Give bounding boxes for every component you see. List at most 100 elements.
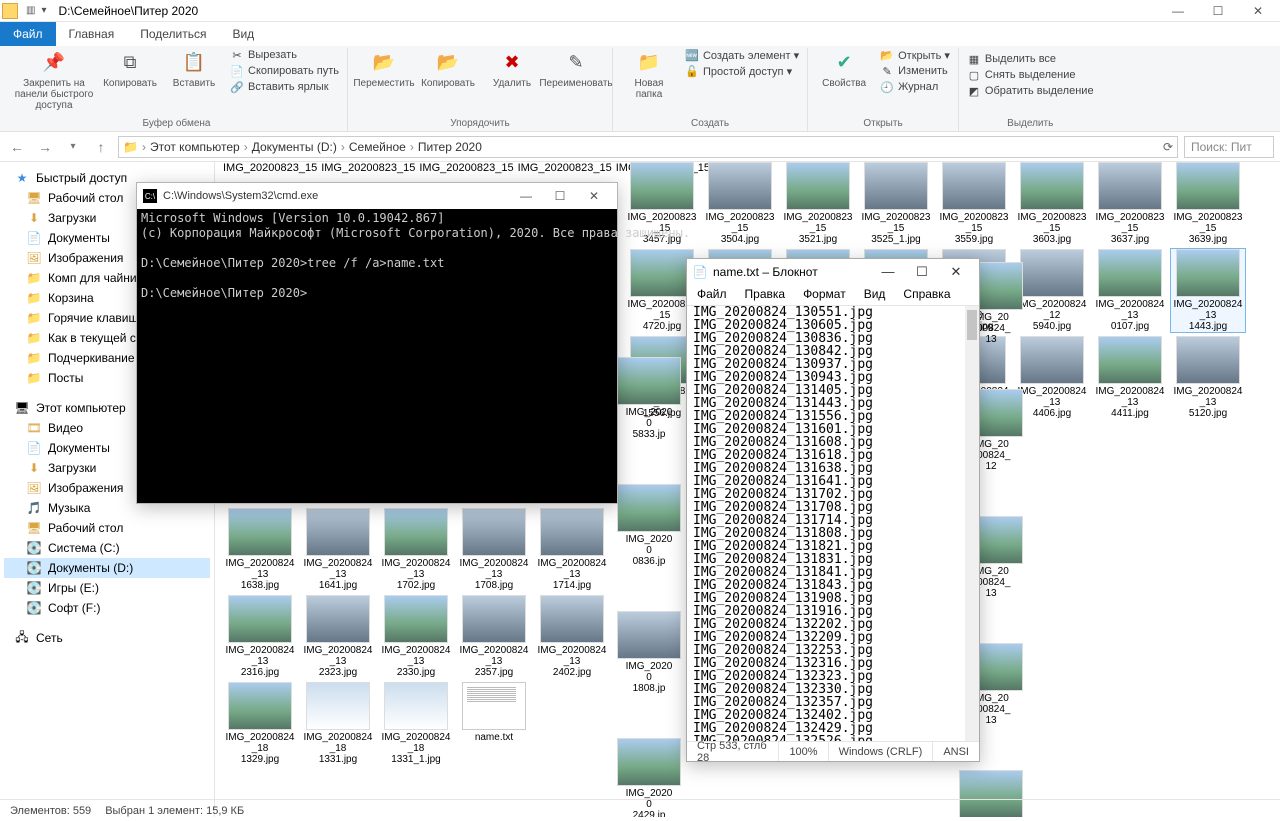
file-item[interactable]: IMG_20200824_131708.jpg [457, 508, 531, 591]
copy-path-button[interactable]: 📄Скопировать путь [230, 64, 339, 78]
paste-button[interactable]: 📋Вставить [166, 48, 222, 89]
file-item[interactable]: IMG_20200823_153637.jpg [1093, 162, 1167, 245]
close-button[interactable]: ✕ [1238, 0, 1278, 22]
cmd-titlebar[interactable]: C:\ C:\Windows\System32\cmd.exe — ☐ ✕ [137, 183, 617, 209]
back-button[interactable]: ← [6, 136, 28, 158]
menu-file[interactable]: Файл [689, 285, 735, 305]
delete-button[interactable]: ✖Удалить [484, 48, 540, 89]
cmd-minimize-button[interactable]: — [509, 189, 543, 203]
sidebar-item[interactable]: 💽Игры (E:) [4, 578, 210, 598]
file-item[interactable]: IMG_202005833.jp [625, 357, 673, 440]
cut-button[interactable]: ✂Вырезать [230, 48, 339, 62]
properties-button[interactable]: ✔Свойства [816, 48, 872, 89]
file-item[interactable]: IMG_20200824_135120.jpg [1171, 336, 1245, 419]
cmd-close-button[interactable]: ✕ [577, 189, 611, 203]
file-item[interactable]: IMG_20200823_153603.jpg [1015, 162, 1089, 245]
copy-button[interactable]: ⧉Копировать [102, 48, 158, 89]
cmd-window[interactable]: C:\ C:\Windows\System32\cmd.exe — ☐ ✕ Mi… [136, 182, 618, 504]
scrollbar-thumb[interactable] [967, 310, 977, 340]
sidebar-item[interactable]: 🖥Рабочий стол [4, 518, 210, 538]
cmd-maximize-button[interactable]: ☐ [543, 189, 577, 203]
notepad-minimize-button[interactable]: — [871, 264, 905, 280]
file-item[interactable]: IMG_20200824_125940.jpg [1015, 249, 1089, 332]
refresh-button[interactable]: ⟳ [1163, 140, 1173, 154]
file-item[interactable]: IMG_20200824_131714.jpg [535, 508, 609, 591]
sidebar-item[interactable]: 💽Система (C:) [4, 538, 210, 558]
sidebar-item[interactable]: 💽Софт (F:) [4, 598, 210, 618]
file-item[interactable]: IMG_20200824_130107.jpg [1093, 249, 1167, 332]
file-item[interactable]: IMG_20200824_132323.jpg [301, 595, 375, 678]
maximize-button[interactable]: ☐ [1198, 0, 1238, 22]
search-input[interactable]: Поиск: Пит [1184, 136, 1274, 158]
breadcrumb-part[interactable]: Семейное [349, 140, 406, 154]
breadcrumb-part[interactable]: Документы (D:) [252, 140, 337, 154]
notepad-window[interactable]: 📄 name.txt – Блокнот — ☐ ✕ Файл Правка Ф… [686, 258, 980, 762]
breadcrumb-part[interactable]: Этот компьютер [150, 140, 240, 154]
file-item[interactable]: IMG_20200824_181329.jpg [223, 682, 297, 765]
rename-button[interactable]: ✎Переименовать [548, 48, 604, 89]
notepad-titlebar[interactable]: 📄 name.txt – Блокнот — ☐ ✕ [687, 259, 979, 285]
tab-share[interactable]: Поделиться [127, 22, 219, 46]
tab-home[interactable]: Главная [56, 22, 128, 46]
up-button[interactable]: ↑ [90, 136, 112, 158]
sidebar-network[interactable]: 🖧Сеть [4, 628, 210, 648]
file-item[interactable]: IMG_20200824_132330.jpg [379, 595, 453, 678]
file-item[interactable]: name.txt [457, 682, 531, 765]
copy-to-button[interactable]: 📂Копировать [420, 48, 476, 89]
file-item[interactable]: IMG_20200824_134411.jpg [1093, 336, 1167, 419]
menu-help[interactable]: Справка [895, 285, 958, 305]
pin-quick-access-button[interactable]: 📌Закрепить на панели быстрого доступа [14, 48, 94, 111]
recent-locations-button[interactable]: ▾ [62, 136, 84, 158]
easy-access-button[interactable]: 🔓Простой доступ ▾ [685, 64, 799, 78]
file-item[interactable]: IMG_20200823_153504.jpg [703, 162, 777, 245]
paste-shortcut-button[interactable]: 🔗Вставить ярлык [230, 80, 339, 94]
notepad-content[interactable]: IMG_20200824_130551.jpg IMG_20200824_130… [693, 306, 873, 741]
tab-file[interactable]: Файл [0, 22, 56, 46]
file-item[interactable]: IMG_20200823_153559.jpg [937, 162, 1011, 245]
tab-view[interactable]: Вид [219, 22, 267, 46]
invert-selection-button[interactable]: ◩Обратить выделение [967, 84, 1094, 98]
edit-button[interactable]: ✎Изменить [880, 64, 950, 78]
file-item[interactable]: IMG_20200824_181331_1.jpg [379, 682, 453, 765]
group-new-label: Создать [691, 116, 729, 131]
file-item[interactable]: IMG_20200824_132402.jpg [535, 595, 609, 678]
file-item[interactable]: IMG_20200824_134406.jpg [1015, 336, 1089, 419]
thumb-label: IMG_20200823_15 [321, 162, 415, 174]
file-item[interactable]: IMG_20200824_181331.jpg [301, 682, 375, 765]
menu-format[interactable]: Формат [795, 285, 854, 305]
history-button[interactable]: 🕘Журнал [880, 80, 950, 94]
file-item[interactable]: IMG_20200824_132316.jpg [223, 595, 297, 678]
forward-button[interactable]: → [34, 136, 56, 158]
file-item[interactable]: IMG_20200823_153525_1.jpg [859, 162, 933, 245]
file-item[interactable]: IMG_20200824_131702.jpg [379, 508, 453, 591]
breadcrumb-part[interactable]: Питер 2020 [418, 140, 482, 154]
select-all-button[interactable]: ▦Выделить все [967, 52, 1094, 66]
notepad-maximize-button[interactable]: ☐ [905, 264, 939, 280]
sidebar-item-icon: 📁 [26, 310, 42, 326]
notepad-icon: 📄 [693, 265, 707, 279]
menu-edit[interactable]: Правка [737, 285, 794, 305]
file-item[interactable]: IMG_20200824_131638.jpg [223, 508, 297, 591]
notepad-close-button[interactable]: ✕ [939, 264, 973, 280]
address-bar[interactable]: 📁 › Этот компьютер› Документы (D:)› Семе… [118, 136, 1178, 158]
move-to-button[interactable]: 📂Переместить [356, 48, 412, 89]
copy-to-icon: 📂 [434, 48, 462, 76]
new-folder-button[interactable]: 📁Новая папка [621, 48, 677, 100]
file-item[interactable]: IMG_20200824_132357.jpg [457, 595, 531, 678]
open-button[interactable]: 📂Открыть ▾ [880, 48, 950, 62]
file-item[interactable]: IMG_20200824_131443.jpg [1171, 249, 1245, 332]
minimize-button[interactable]: — [1158, 0, 1198, 22]
new-item-button[interactable]: 🆕Создать элемент ▾ [685, 48, 799, 62]
select-none-button[interactable]: ▢Снять выделение [967, 68, 1094, 82]
file-item[interactable]: IMG_202000836.jp [625, 484, 673, 567]
menu-view[interactable]: Вид [856, 285, 894, 305]
notepad-scrollbar[interactable] [965, 306, 979, 741]
notepad-textarea[interactable]: IMG_20200824_130551.jpg IMG_20200824_130… [687, 305, 979, 741]
sidebar-item-icon: 📁 [26, 270, 42, 286]
cmd-output[interactable]: Microsoft Windows [Version 10.0.19042.86… [137, 209, 617, 303]
file-item[interactable]: IMG_202001808.jp [625, 611, 673, 694]
file-item[interactable]: IMG_20200823_153521.jpg [781, 162, 855, 245]
file-item[interactable]: IMG_20200823_153639.jpg [1171, 162, 1245, 245]
file-item[interactable]: IMG_20200824_131641.jpg [301, 508, 375, 591]
sidebar-item[interactable]: 💽Документы (D:) [4, 558, 210, 578]
